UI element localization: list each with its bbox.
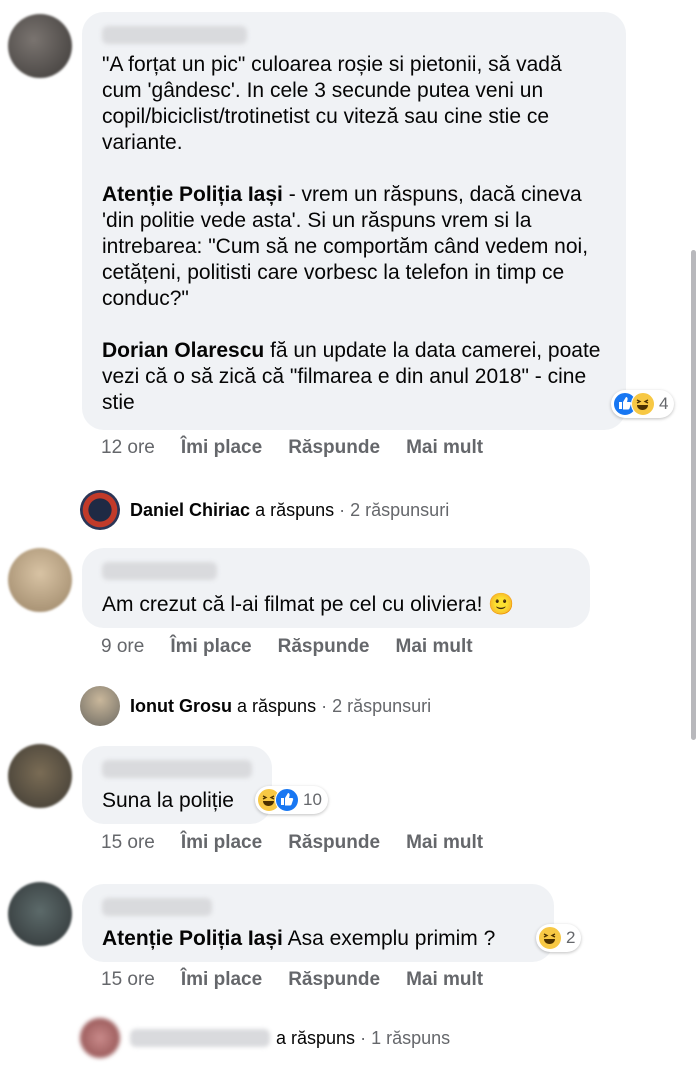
- mention-link[interactable]: Atenție Poliția Iași: [102, 183, 283, 206]
- scrollbar[interactable]: [691, 250, 696, 740]
- comment-text: "A forțat un pic" culoarea roșie si piet…: [102, 52, 602, 416]
- commenter-avatar[interactable]: [8, 882, 72, 946]
- replier-avatar: [80, 1018, 120, 1058]
- reply-button[interactable]: Răspunde: [278, 636, 370, 658]
- replier-name: Daniel Chiriac: [130, 499, 251, 520]
- replies-link[interactable]: a răspuns · 1 răspuns: [80, 1018, 450, 1058]
- comment-actions: 15 ore Îmi place Răspunde Mai mult: [101, 969, 509, 991]
- comment-paragraph: "A forțat un pic" culoarea roșie si piet…: [102, 53, 562, 154]
- comment-time[interactable]: 15 ore: [101, 969, 155, 991]
- reply-count: · 2 răspunsuri: [321, 695, 432, 716]
- replier-avatar: [80, 686, 120, 726]
- more-button[interactable]: Mai mult: [406, 832, 483, 854]
- comment-text: Am crezut că l-ai filmat pe cel cu olivi…: [102, 593, 515, 616]
- comment-actions: 15 ore Îmi place Răspunde Mai mult: [101, 832, 509, 854]
- comment-paragraph: Dorian Olarescu fă un update la data cam…: [102, 339, 601, 414]
- comment-bubble: Am crezut că l-ai filmat pe cel cu olivi…: [82, 548, 590, 628]
- reply-button[interactable]: Răspunde: [288, 832, 380, 854]
- more-button[interactable]: Mai mult: [406, 969, 483, 991]
- reply-verb: a răspuns: [237, 695, 317, 716]
- more-button[interactable]: Mai mult: [396, 636, 473, 658]
- reaction-summary[interactable]: 10: [255, 786, 328, 814]
- commenter-name-blurred[interactable]: [102, 760, 252, 778]
- commenter-avatar[interactable]: [8, 548, 72, 612]
- replies-link[interactable]: Daniel Chiriac a răspuns · 2 răspunsuri: [80, 490, 449, 530]
- comment-paragraph: Atenție Poliția Iași - vrem un răspuns, …: [102, 183, 589, 310]
- comment-bubble: Suna la poliție: [82, 746, 272, 824]
- reply-button[interactable]: Răspunde: [288, 437, 380, 459]
- reply-verb: a răspuns: [255, 499, 335, 520]
- reaction-summary[interactable]: 4: [611, 390, 675, 418]
- comment-bubble: Atenție Poliția Iași Asa exemplu primim …: [82, 884, 554, 962]
- commenter-avatar[interactable]: [8, 14, 72, 78]
- commenter-avatar[interactable]: [8, 744, 72, 808]
- more-button[interactable]: Mai mult: [406, 437, 483, 459]
- like-button[interactable]: Îmi place: [181, 969, 262, 991]
- commenter-name-blurred[interactable]: [102, 898, 212, 916]
- mention-link[interactable]: Atenție Poliția Iași: [102, 927, 283, 950]
- reaction-count: 2: [566, 928, 576, 947]
- comment-actions: 12 ore Îmi place Răspunde Mai mult: [101, 437, 509, 459]
- reaction-count: 10: [303, 790, 322, 809]
- comment-time[interactable]: 15 ore: [101, 832, 155, 854]
- comment-time[interactable]: 12 ore: [101, 437, 155, 459]
- commenter-name-blurred[interactable]: [102, 26, 247, 44]
- replier-name: Ionut Grosu: [130, 695, 232, 716]
- replies-link[interactable]: Ionut Grosu a răspuns · 2 răspunsuri: [80, 686, 431, 726]
- comment-text: Atenție Poliția Iași Asa exemplu primim …: [102, 927, 496, 950]
- reply-count: · 1 răspuns: [360, 1027, 451, 1048]
- like-icon: [275, 788, 299, 812]
- comment-actions: 9 ore Îmi place Răspunde Mai mult: [101, 636, 499, 658]
- like-button[interactable]: Îmi place: [170, 636, 251, 658]
- like-button[interactable]: Îmi place: [181, 437, 262, 459]
- reaction-count: 4: [659, 394, 669, 413]
- replier-avatar: [80, 490, 120, 530]
- reaction-summary[interactable]: 2: [536, 924, 582, 952]
- mention-link[interactable]: Dorian Olarescu: [102, 339, 264, 362]
- reply-button[interactable]: Răspunde: [288, 969, 380, 991]
- haha-icon: [631, 392, 655, 416]
- reply-verb: a răspuns: [276, 1027, 356, 1048]
- comment-time[interactable]: 9 ore: [101, 636, 144, 658]
- comment-bubble: "A forțat un pic" culoarea roșie si piet…: [82, 12, 626, 430]
- haha-icon: [538, 926, 562, 950]
- replier-name-blurred: [130, 1029, 270, 1047]
- commenter-name-blurred[interactable]: [102, 562, 217, 580]
- reply-count: · 2 răspunsuri: [339, 499, 450, 520]
- like-button[interactable]: Îmi place: [181, 832, 262, 854]
- comment-text: Suna la poliție: [102, 789, 234, 812]
